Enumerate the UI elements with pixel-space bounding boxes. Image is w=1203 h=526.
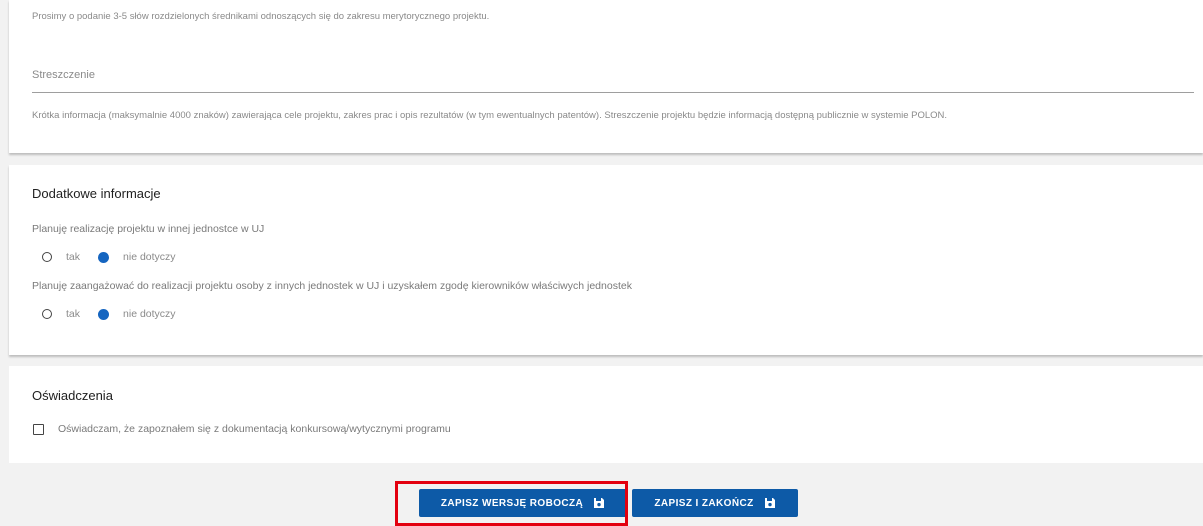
abstract-field[interactable]: Streszczenie	[32, 60, 1194, 93]
radio-label: tak	[66, 251, 81, 263]
declarations-title: Oświadczenia	[32, 388, 113, 403]
save-draft-label: ZAPISZ WERSJĘ ROBOCZĄ	[440, 497, 584, 509]
radio-label: tak	[66, 308, 81, 320]
additional-info-card: Dodatkowe informacje Planuję realizację …	[9, 165, 1203, 355]
radio-option-nie-dotyczy[interactable]: nie dotyczy	[98, 251, 176, 263]
radio-label: nie dotyczy	[123, 308, 176, 320]
radio-group-other-staff: tak nie dotyczy	[42, 307, 194, 321]
declaration-label: Oświadczam, że zapoznałem się z dokument…	[58, 423, 451, 435]
additional-info-title: Dodatkowe informacje	[32, 186, 161, 201]
question-other-unit: Planuję realizację projektu w innej jedn…	[32, 223, 265, 235]
save-draft-button[interactable]: ZAPISZ WERSJĘ ROBOCZĄ	[419, 489, 627, 517]
keywords-hint: Prosimy o podanie 3-5 słów rozdzielonych…	[32, 11, 490, 22]
radio-button-unchecked[interactable]	[42, 309, 52, 319]
save-icon	[764, 497, 776, 509]
declaration-checkbox[interactable]	[33, 423, 44, 435]
radio-option-tak[interactable]: tak	[42, 251, 80, 263]
project-summary-card: Prosimy o podanie 3-5 słów rozdzielonych…	[9, 0, 1203, 153]
declaration-checkbox-row[interactable]: Oświadczam, że zapoznałem się z dokument…	[33, 423, 451, 435]
abstract-label: Streszczenie	[32, 69, 95, 81]
save-finish-label: ZAPISZ I ZAKOŃCZ	[654, 497, 754, 509]
save-icon	[593, 497, 605, 509]
radio-group-other-unit: tak nie dotyczy	[42, 250, 194, 264]
radio-button-checked[interactable]	[98, 251, 110, 263]
save-finish-button[interactable]: ZAPISZ I ZAKOŃCZ	[632, 489, 798, 517]
radio-button-unchecked[interactable]	[42, 252, 52, 262]
declarations-card: Oświadczenia	[9, 366, 1203, 463]
radio-option-tak[interactable]: tak	[42, 308, 80, 320]
abstract-hint: Krótka informacja (maksymalnie 4000 znak…	[32, 110, 948, 121]
radio-label: nie dotyczy	[123, 251, 176, 263]
radio-button-checked[interactable]	[98, 308, 110, 320]
radio-option-nie-dotyczy[interactable]: nie dotyczy	[98, 308, 176, 320]
question-other-staff: Planuję zaangażować do realizacji projek…	[32, 280, 632, 292]
